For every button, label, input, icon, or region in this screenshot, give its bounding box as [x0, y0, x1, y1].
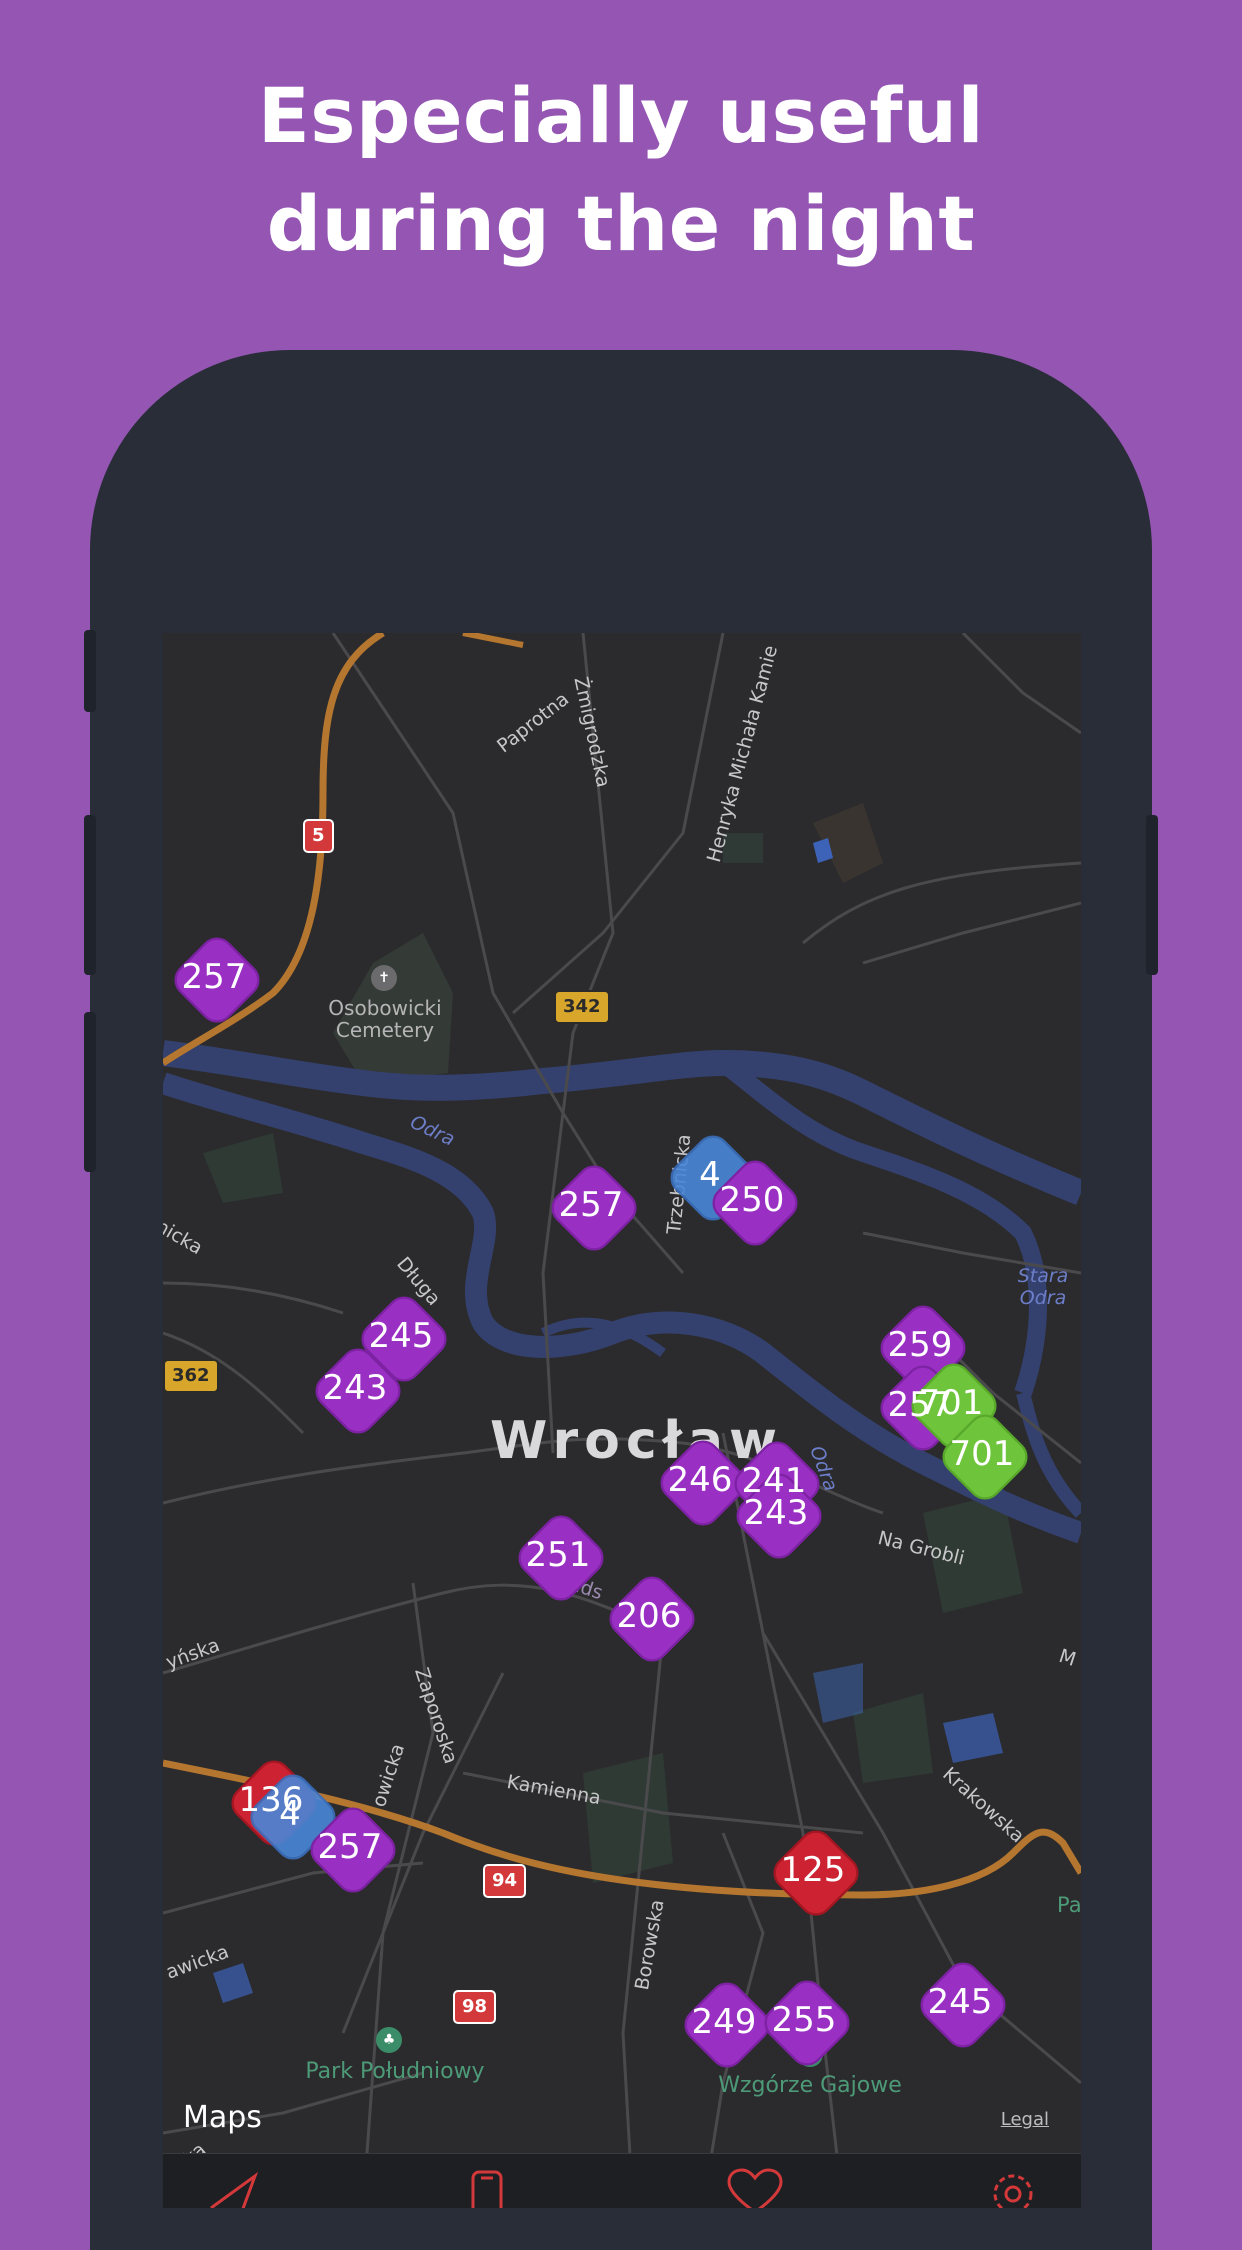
- legal-link[interactable]: Legal: [1001, 2109, 1049, 2130]
- tab-bar: [163, 2153, 1081, 2208]
- tab-nearby[interactable]: [203, 2168, 263, 2208]
- poi-water-label: Stara Odra: [1017, 1265, 1069, 1309]
- vehicle-marker[interactable]: 701: [935, 1407, 1035, 1507]
- vehicle-marker[interactable]: 250: [705, 1153, 805, 1253]
- phone-mute-switch: [84, 630, 96, 712]
- apple-maps-attribution: Maps: [183, 2100, 262, 2135]
- vehicle-marker[interactable]: 257: [167, 930, 267, 1030]
- road-shield: 94: [483, 1864, 527, 1898]
- headline-line-2: during the night: [266, 179, 976, 268]
- vehicle-marker[interactable]: 251: [511, 1508, 611, 1608]
- tab-settings[interactable]: [983, 2168, 1043, 2208]
- phone-volume-down-button: [84, 1012, 96, 1172]
- vehicle-marker[interactable]: 255: [757, 1973, 857, 2073]
- tab-phone[interactable]: [457, 2168, 517, 2208]
- vehicle-marker[interactable]: 257: [544, 1158, 644, 1258]
- vehicle-marker[interactable]: 249: [677, 1975, 777, 2075]
- heart-icon: [727, 2168, 783, 2208]
- vehicle-marker[interactable]: 125: [766, 1823, 866, 1923]
- poi-cemetery-label: Osobowicki Cemetery: [328, 996, 442, 1042]
- settings-gear-icon: [993, 2174, 1033, 2208]
- vehicle-marker[interactable]: 243: [308, 1341, 408, 1441]
- road-shield: 362: [163, 1359, 219, 1393]
- poi-park-hill-label: Wzgórze Gajowe: [718, 2073, 902, 2098]
- vehicle-marker[interactable]: 245: [913, 1955, 1013, 2055]
- headline: Especially useful during the night: [0, 62, 1242, 278]
- vehicle-marker[interactable]: 246: [653, 1433, 753, 1533]
- road-shield: 5: [303, 819, 334, 853]
- poi-park-south-label: Park Południowy: [305, 2059, 485, 2084]
- road-shield: 342: [554, 990, 610, 1024]
- street-label: Pa: [1057, 1893, 1081, 1917]
- phone-volume-up-button: [84, 815, 96, 975]
- cemetery-icon: ✝: [371, 965, 397, 991]
- vehicle-marker[interactable]: 257: [303, 1800, 403, 1900]
- headline-line-1: Especially useful: [257, 71, 985, 160]
- vehicle-marker[interactable]: 206: [602, 1569, 702, 1669]
- road-shield: 98: [453, 1990, 497, 2024]
- phone-icon: [471, 2170, 503, 2208]
- park-tree-icon: ♣: [376, 2027, 402, 2053]
- map-screen[interactable]: Paprotna Żmigrodzka Henryka Michała Kami…: [163, 633, 1081, 2208]
- tab-favorites[interactable]: [725, 2168, 785, 2208]
- phone-power-button: [1146, 815, 1158, 975]
- location-arrow-icon: [210, 2171, 259, 2208]
